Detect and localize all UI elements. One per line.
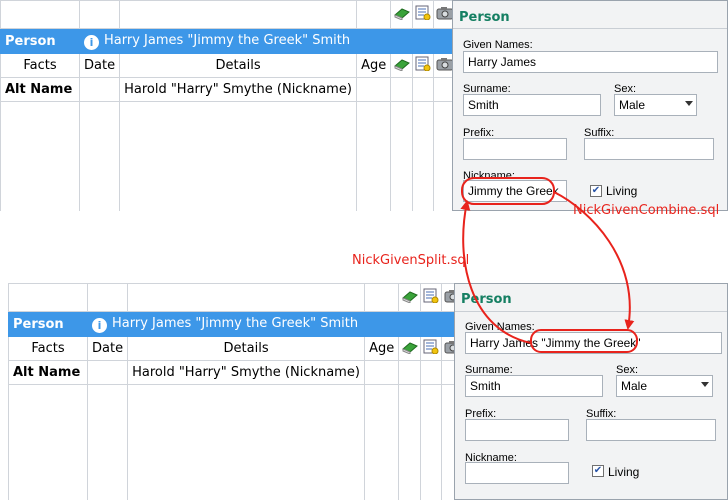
given-names-highlight: [530, 329, 638, 353]
annotation-overlay: [460, 177, 638, 353]
nickname-highlight: [461, 177, 555, 205]
split-script-label: NickGivenSplit.sql: [352, 253, 470, 268]
split-arrow: [460, 200, 532, 344]
combine-script-label: NickGivenCombine.sql: [573, 203, 720, 218]
